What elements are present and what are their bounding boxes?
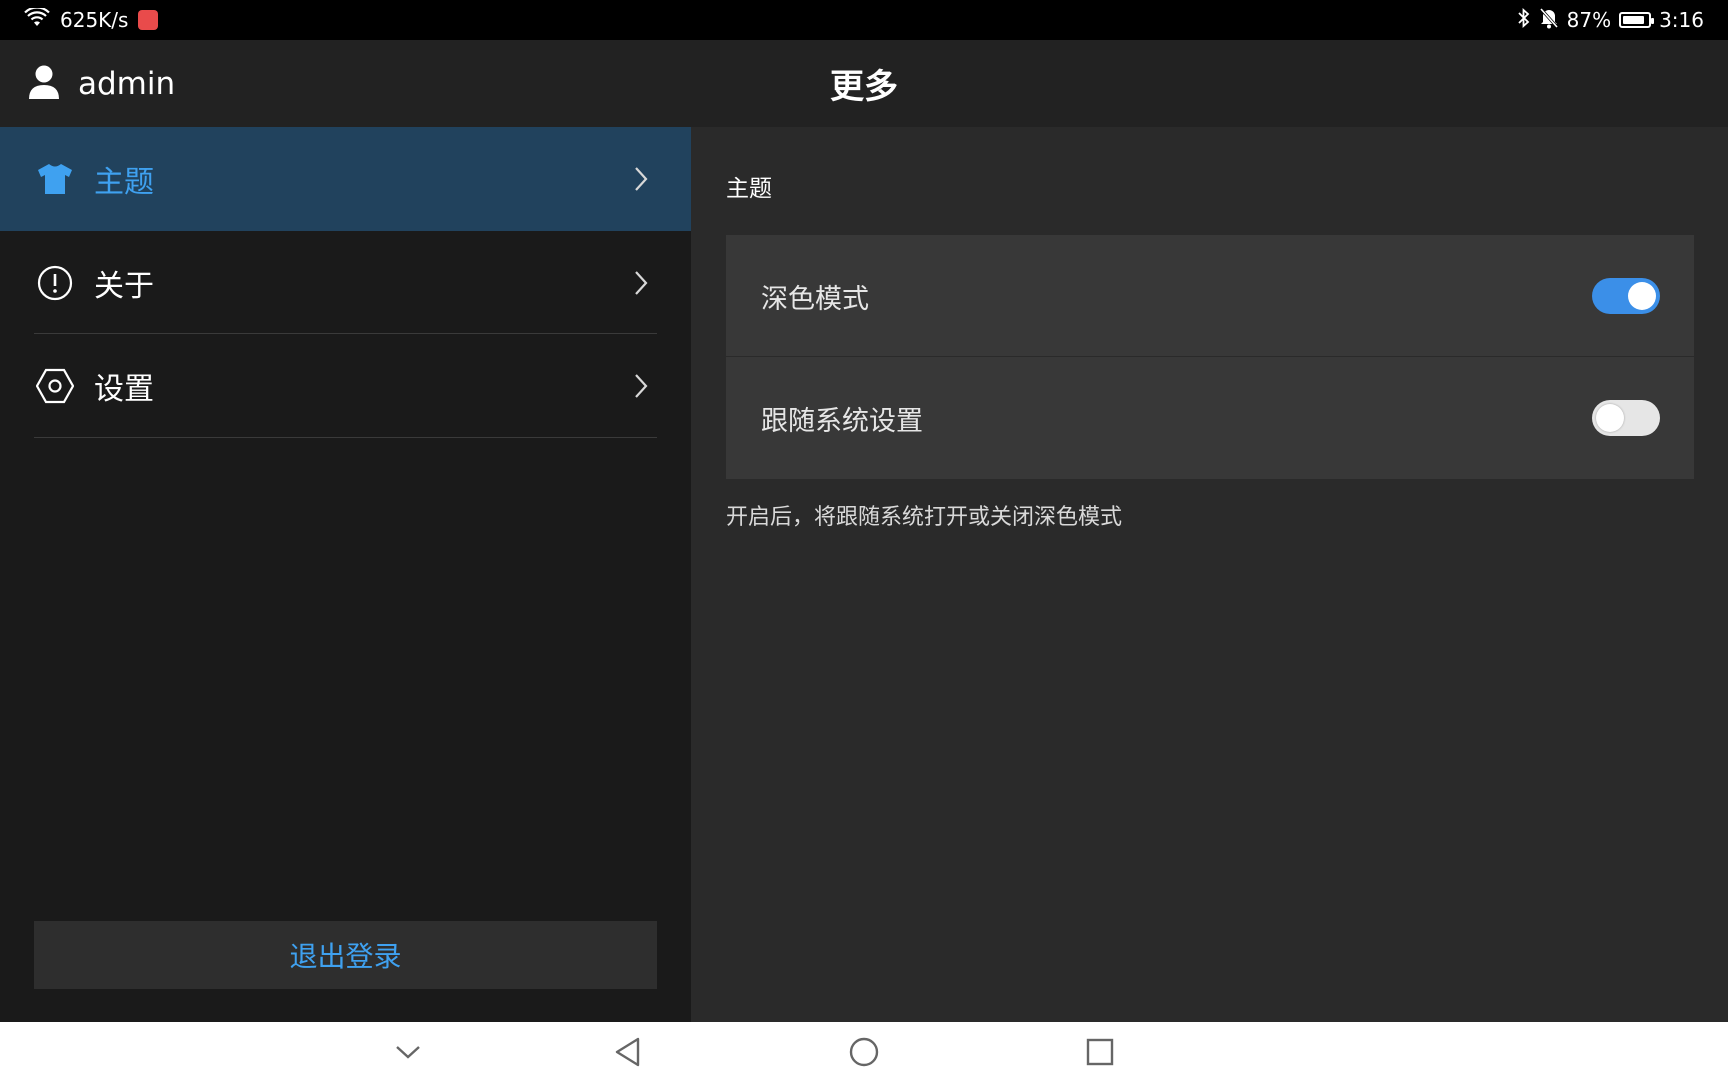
info-icon: [36, 264, 74, 302]
mute-icon: [1539, 7, 1559, 34]
collapse-icon[interactable]: [386, 1030, 430, 1074]
sidebar-item-label: 设置: [94, 372, 154, 407]
dark-mode-toggle[interactable]: [1592, 278, 1660, 314]
sidebar-item-label: 关于: [94, 269, 154, 304]
setting-row-follow-system: 跟随系统设置: [726, 357, 1694, 479]
clock: 3:16: [1659, 8, 1704, 32]
status-right: 87% 3:16: [1517, 0, 1704, 40]
sidebar-item-label: 主题: [94, 165, 154, 200]
network-speed: 625K/s: [60, 8, 129, 32]
settings-card: 深色模式 跟随系统设置: [726, 235, 1694, 479]
settings-icon: [36, 367, 74, 405]
battery-icon: [1619, 12, 1655, 28]
setting-row-dark-mode: 深色模式: [726, 235, 1694, 357]
shirt-icon: [36, 160, 74, 198]
setting-label: 跟随系统设置: [761, 405, 923, 437]
bluetooth-icon: [1517, 7, 1531, 34]
toggle-knob: [1628, 282, 1656, 310]
battery-level: [1623, 16, 1644, 24]
battery-percent: 87%: [1566, 8, 1612, 32]
chevron-right-icon: [635, 374, 648, 398]
page-title: 更多: [830, 67, 898, 107]
app-notification-icon: [138, 10, 159, 30]
divider: [34, 437, 657, 438]
status-bar: 625K/s 87% 3:16: [0, 0, 1728, 40]
sidebar-item-about[interactable]: 关于: [0, 231, 691, 335]
home-icon[interactable]: [842, 1030, 886, 1074]
section-title: 主题: [726, 176, 772, 202]
sidebar: 主题 关于 设置 退出登录: [0, 127, 691, 1022]
setting-label: 深色模式: [761, 283, 869, 315]
recents-icon[interactable]: [1078, 1030, 1122, 1074]
sidebar-item-theme[interactable]: 主题: [0, 127, 691, 231]
follow-system-toggle[interactable]: [1592, 400, 1660, 436]
wifi-icon: [24, 5, 50, 33]
chevron-right-icon: [635, 167, 648, 191]
setting-hint: 开启后，将跟随系统打开或关闭深色模式: [726, 505, 1123, 530]
main-panel: 主题 深色模式 跟随系统设置 开启后，将跟随系统打开或关闭深色模式: [691, 127, 1728, 1022]
sidebar-item-settings[interactable]: 设置: [0, 334, 691, 438]
system-nav-bar: [0, 1022, 1728, 1080]
logout-button[interactable]: 退出登录: [34, 921, 657, 989]
toggle-knob: [1596, 404, 1624, 432]
app-header: admin 更多: [0, 40, 1728, 127]
status-left: 625K/s: [24, 0, 159, 40]
chevron-right-icon: [635, 271, 648, 295]
back-icon[interactable]: [606, 1030, 650, 1074]
